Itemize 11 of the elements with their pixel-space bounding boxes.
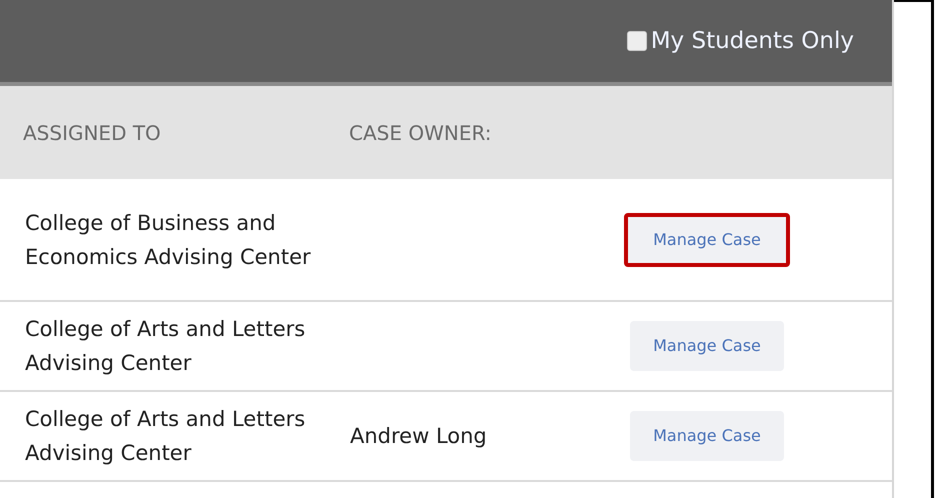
column-header: CASE OWNER:	[349, 120, 492, 146]
table-cell-text: College of Arts and Letters Advising Center	[25, 406, 306, 467]
checkbox-label[interactable]: My Students Only	[650, 24, 854, 58]
table-cell-text: Andrew Long	[350, 423, 487, 450]
table-cell-text: College of Arts and Letters Advising Center	[25, 316, 306, 377]
manage-case-button[interactable]: Manage Case	[624, 212, 790, 266]
manage-case-button[interactable]: Manage Case	[630, 411, 784, 461]
column-header: ASSIGNED TO	[23, 120, 162, 146]
checkbox[interactable]	[626, 31, 647, 51]
manage-case-button[interactable]: Manage Case	[630, 321, 784, 371]
table-cell-text: College of Business and Economics Advising Center	[25, 210, 312, 270]
